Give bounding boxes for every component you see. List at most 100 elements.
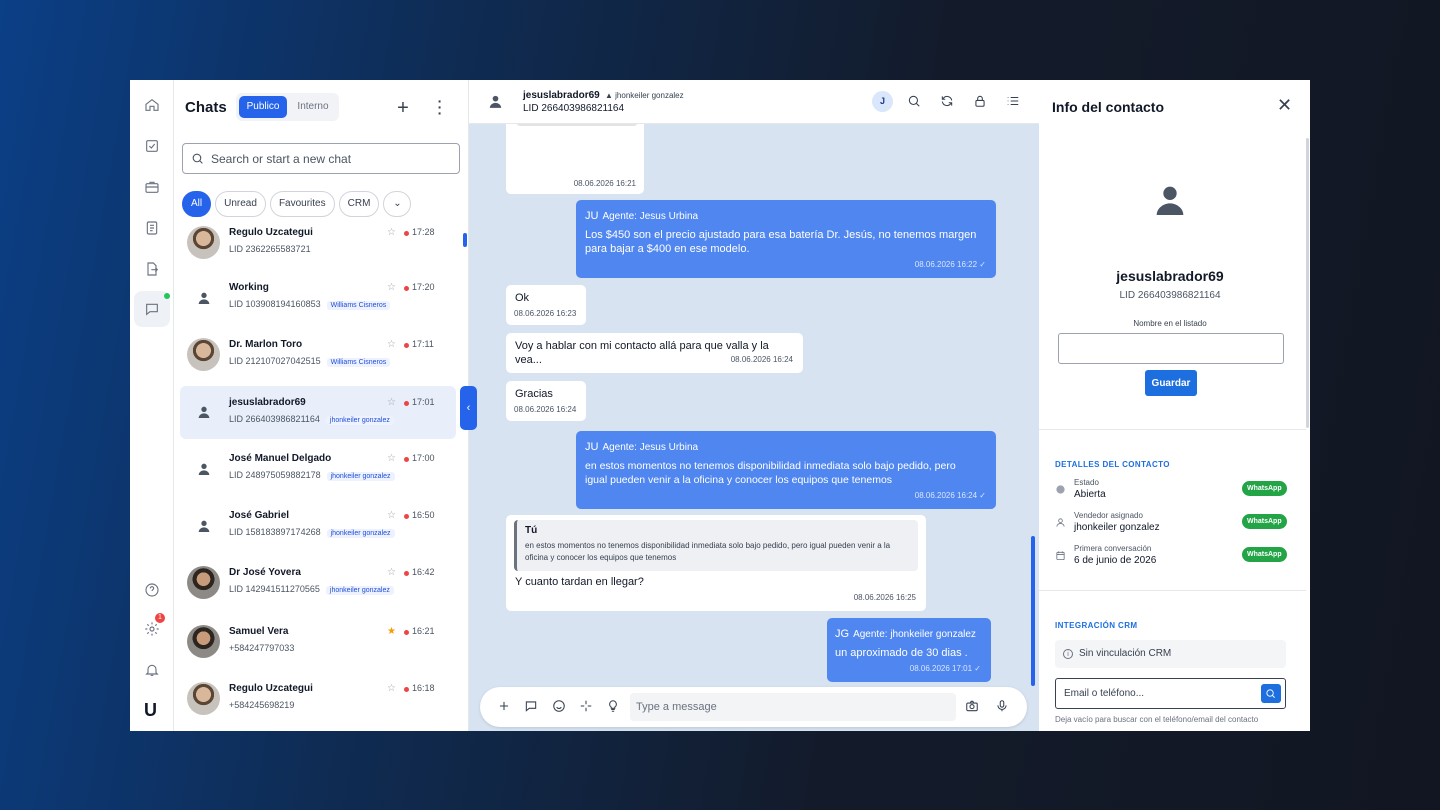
chat-sub: LID 2362265583721: [229, 244, 311, 254]
close-icon[interactable]: ✕: [1277, 95, 1292, 116]
tasks-icon[interactable]: [142, 136, 162, 156]
message-outgoing[interactable]: JU Agente: Jesus Urbina en estos momentos…: [576, 431, 996, 509]
chat-row[interactable]: Dr. Marlon Toro LID 212107027042515 Willi…: [180, 335, 456, 387]
camera-icon[interactable]: [964, 699, 980, 715]
tab-interno[interactable]: Interno: [290, 96, 336, 118]
unread-dot: [404, 514, 409, 519]
search-icon: [192, 153, 203, 164]
briefcase-icon[interactable]: [142, 177, 162, 197]
quoted-message[interactable]: Tú en estos momentos no tenemos disponib…: [514, 520, 918, 571]
filter-all[interactable]: All: [182, 191, 212, 217]
search-input[interactable]: [211, 151, 441, 166]
refresh-icon[interactable]: [940, 94, 956, 110]
help-icon[interactable]: [142, 580, 162, 600]
app-logo: U: [144, 700, 157, 720]
new-chat-button[interactable]: +: [394, 97, 412, 120]
star-icon[interactable]: ☆: [387, 510, 396, 521]
star-icon[interactable]: ☆: [387, 453, 396, 464]
agent-initials: JG: [835, 628, 850, 640]
app-window: 1 U Chats Publico Interno + ··· All Unre…: [130, 80, 1310, 731]
bell-icon[interactable]: [142, 660, 162, 680]
more-options-icon[interactable]: · · ·: [435, 94, 445, 120]
chat-search: [182, 143, 460, 174]
unread-dot: [404, 343, 409, 348]
plus-icon[interactable]: [496, 699, 512, 715]
chat-sub: LID 212107027042515 Williams Cisneros: [229, 356, 391, 367]
chat-sub: LID 103908194160853 Williams Cisneros: [229, 299, 391, 310]
quick-reply-icon[interactable]: [523, 699, 539, 715]
message-input[interactable]: [630, 693, 956, 721]
filter-favourites[interactable]: Favourites: [269, 191, 335, 217]
detail-label: Estado: [1074, 478, 1099, 487]
unread-dot: [404, 286, 409, 291]
message-time: 08.06.2026 16:24: [514, 405, 577, 414]
crm-search-button[interactable]: [1261, 684, 1281, 703]
save-button[interactable]: Guardar: [1145, 370, 1197, 396]
chat-row[interactable]: Dr José Yovera LID 142941511270565 jhonke…: [180, 563, 456, 615]
collapse-list-button[interactable]: ‹: [460, 386, 477, 430]
chat-time: 16:50: [412, 510, 435, 520]
chat-lid: LID 212107027042515: [229, 356, 321, 366]
chat-row[interactable]: Samuel Vera +584247797033 ★ 16:21: [180, 622, 456, 674]
star-icon[interactable]: ☆: [387, 567, 396, 578]
detail-label: Primera conversación: [1074, 544, 1152, 553]
chevron-down-icon[interactable]: ⌄: [383, 191, 412, 217]
person-icon: [198, 406, 209, 418]
emoji-icon[interactable]: [551, 699, 567, 715]
sparkles-icon[interactable]: [578, 699, 594, 715]
search-icon[interactable]: [907, 94, 923, 110]
chat-row-selected[interactable]: jesuslabrador69 LID 266403986821164 jhonk…: [180, 386, 456, 439]
agent-tag: jhonkeiler gonzalez: [325, 586, 394, 595]
list-scrollbar[interactable]: [463, 233, 467, 247]
message-incoming[interactable]: Ok 08.06.2026 16:23: [506, 285, 586, 325]
chat-rows: Regulo Uzcategui LID 2362265583721 ☆ 17:…: [174, 222, 469, 731]
chat-row[interactable]: José Gabriel LID 158183897174268 jhonkeil…: [180, 506, 456, 558]
person-icon: [198, 292, 209, 304]
star-icon[interactable]: ☆: [387, 282, 396, 293]
star-icon[interactable]: ★: [387, 626, 396, 637]
chat-sub: LID 142941511270565 jhonkeiler gonzalez: [229, 584, 394, 595]
home-icon[interactable]: [142, 95, 162, 115]
message-incoming[interactable]: Gracias 08.06.2026 16:24: [506, 381, 586, 421]
contact-info-panel: Info del contacto ✕ jesuslabrador69 LID …: [1039, 80, 1310, 731]
list-icon[interactable]: [1006, 94, 1022, 110]
star-icon[interactable]: ☆: [387, 339, 396, 350]
star-icon[interactable]: ☆: [387, 397, 396, 408]
message-outgoing[interactable]: JU Agente: Jesus Urbina Los $450 son el p…: [576, 200, 996, 278]
conversation-scrollbar[interactable]: [1031, 536, 1035, 686]
agent-tag: Williams Cisneros: [326, 301, 391, 310]
chat-row[interactable]: José Manuel Delgado LID 248975059882178 j…: [180, 449, 456, 501]
calendar-icon: [1055, 548, 1066, 561]
detail-vendedor: Vendedor asignado jhonkeiler gonzalez Wh…: [1055, 511, 1287, 541]
message-outgoing[interactable]: JG Agente: jhonkeiler gonzalez un aproxim…: [827, 618, 991, 682]
search-icon: [1266, 689, 1275, 698]
tab-publico[interactable]: Publico: [239, 96, 287, 118]
star-icon[interactable]: ☆: [387, 227, 396, 238]
message-incoming[interactable]: Voy a hablar con mi contacto allá para q…: [506, 333, 803, 373]
filter-crm[interactable]: CRM: [338, 191, 380, 217]
lock-icon[interactable]: [973, 94, 989, 110]
person-icon: [198, 463, 209, 475]
chat-row[interactable]: Working LID 103908194160853 Williams Cisn…: [180, 278, 456, 330]
file-export-icon[interactable]: [142, 259, 162, 279]
message-incoming-reply[interactable]: Tú en estos momentos no tenemos disponib…: [506, 515, 926, 611]
chats-title: Chats: [185, 99, 227, 116]
chat-sub: +584247797033: [229, 643, 294, 653]
list-name-input[interactable]: [1058, 333, 1284, 364]
chat-row[interactable]: Regulo Uzcategui +584245698219 ☆ 16:18: [180, 679, 456, 731]
microphone-icon[interactable]: [994, 699, 1010, 715]
document-icon[interactable]: [142, 218, 162, 238]
person-icon: [1150, 180, 1190, 225]
avatar[interactable]: J: [872, 91, 893, 112]
avatar: [187, 682, 220, 715]
chat-sub: LID 248975059882178 jhonkeiler gonzalez: [229, 470, 395, 481]
crm-search-input[interactable]: [1055, 678, 1286, 709]
lightbulb-icon[interactable]: [605, 699, 621, 715]
detail-label: Vendedor asignado: [1074, 511, 1143, 520]
info-scrollbar[interactable]: [1306, 138, 1309, 428]
chat-time: 17:11: [412, 339, 434, 349]
star-icon[interactable]: ☆: [387, 683, 396, 694]
chat-row[interactable]: Regulo Uzcategui LID 2362265583721 ☆ 17:…: [180, 223, 456, 275]
chat-time: 16:42: [412, 567, 435, 577]
filter-unread[interactable]: Unread: [215, 191, 266, 217]
